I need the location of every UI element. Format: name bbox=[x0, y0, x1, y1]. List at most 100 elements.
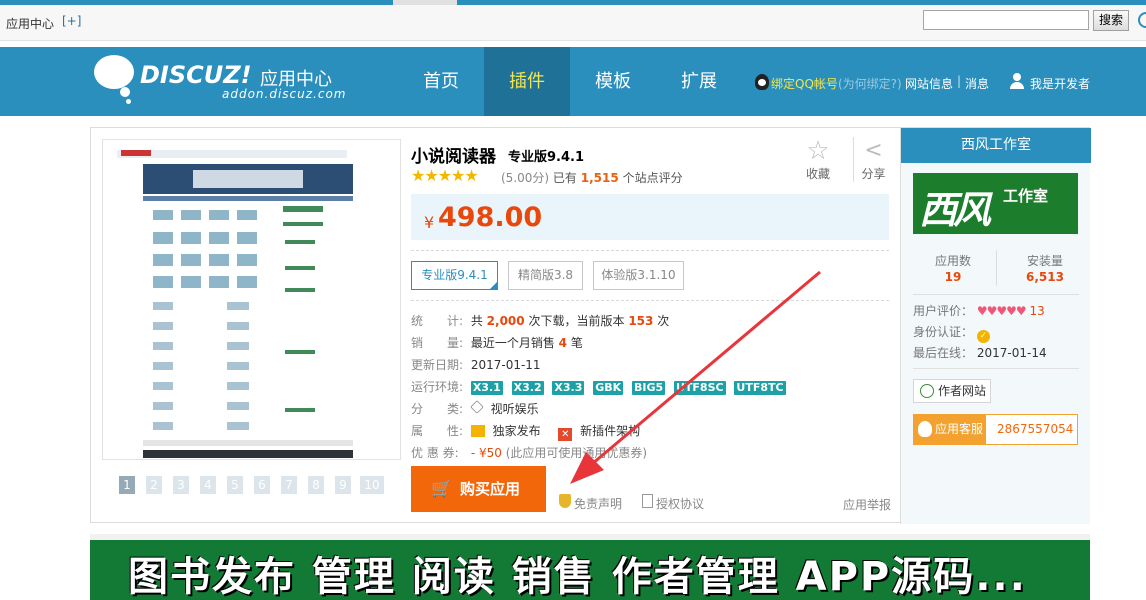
app-service-label: 应用客服 bbox=[935, 422, 984, 436]
sales-count: 4 bbox=[558, 336, 568, 350]
screenshot-page-6[interactable]: 6 bbox=[254, 476, 270, 494]
screenshot-page-10[interactable]: 10 bbox=[360, 476, 384, 494]
env-tag: X3.2 bbox=[511, 381, 544, 395]
verified-label: 身份认证： bbox=[913, 325, 974, 339]
share-button[interactable]: < 分享 bbox=[853, 137, 893, 182]
share-icon: < bbox=[864, 138, 883, 163]
rating-score: (5.00分) bbox=[501, 171, 550, 185]
buy-button[interactable]: 🛒 购买应用 bbox=[411, 466, 546, 512]
props-label: 属 性: bbox=[411, 424, 464, 438]
star-outline-icon: ☆ bbox=[806, 136, 830, 166]
category-link[interactable]: 视听娱乐 bbox=[491, 402, 539, 416]
version-tab-pro[interactable]: 专业版9.4.1 bbox=[411, 261, 498, 290]
share-label: 分享 bbox=[861, 167, 886, 181]
app-service-box: 应用客服 2867557054 bbox=[913, 414, 1078, 445]
logo-cloud-icon bbox=[94, 55, 134, 89]
developer-name[interactable]: 西风工作室 bbox=[901, 128, 1091, 163]
screenshot-page-1[interactable]: 1 bbox=[119, 476, 135, 494]
site-info-link[interactable]: 网站信息 bbox=[905, 75, 953, 92]
updated-label: 更新日期: bbox=[411, 358, 464, 372]
banner-text: 图书发布 管理 阅读 销售 作者管理 APP源码... bbox=[128, 554, 1027, 600]
developer-logo[interactable]: 西风 工作室 bbox=[913, 173, 1078, 234]
screenshot-page-5[interactable]: 5 bbox=[227, 476, 243, 494]
favorite-label: 收藏 bbox=[805, 167, 830, 181]
nav-home[interactable]: 首页 bbox=[398, 47, 484, 116]
product-screenshot[interactable] bbox=[102, 139, 401, 460]
qq-penguin-icon bbox=[755, 74, 769, 90]
exclusive-label: 独家发布 bbox=[492, 424, 541, 438]
sales-post: 笔 bbox=[570, 336, 583, 350]
env-tag: UTF8TC bbox=[734, 381, 786, 395]
promo-banner: 图书发布 管理 阅读 销售 作者管理 APP源码... bbox=[90, 534, 1090, 600]
screenshot-page-3[interactable]: 3 bbox=[173, 476, 189, 494]
rating-suffix: 个站点评分 bbox=[622, 171, 683, 185]
exclusive-icon bbox=[470, 425, 485, 437]
search-input[interactable] bbox=[923, 10, 1089, 30]
info-props: 属 性: 独家发布 ✕ 新插件架构 bbox=[411, 422, 641, 441]
rating-have-label: 已有 bbox=[552, 171, 577, 185]
sales-label: 销 量: bbox=[411, 336, 464, 350]
divider bbox=[913, 294, 1079, 295]
divider bbox=[913, 368, 1079, 369]
logo-domain: addon.discuz.com bbox=[222, 87, 347, 101]
disclaimer-link[interactable]: 免责声明 bbox=[574, 495, 622, 512]
apps-count-label: 应用数 bbox=[934, 254, 971, 268]
version-tab-lite[interactable]: 精简版3.8 bbox=[508, 261, 583, 290]
screenshot-page-9[interactable]: 9 bbox=[335, 476, 351, 494]
product-panel: 1 2 3 4 5 6 7 8 9 10 小说阅读器 专业版9.4.1 ★★★★… bbox=[90, 127, 1091, 524]
site-header: DISCUZ! 应用中心 addon.discuz.com 首页 插件 模板 扩… bbox=[0, 47, 1146, 116]
price-value: 498.00 bbox=[438, 202, 543, 233]
version-tab-trial[interactable]: 体验版3.1.10 bbox=[593, 261, 684, 290]
stats-current: 153 bbox=[628, 314, 654, 328]
divider bbox=[411, 300, 889, 301]
env-tag: X3.3 bbox=[552, 381, 585, 395]
developer-logo-small: 工作室 bbox=[1003, 187, 1049, 205]
info-sales: 销 量: 最近一个月销售 4 笔 bbox=[411, 334, 583, 352]
env-tag: GBK bbox=[593, 381, 624, 395]
side-panel-edge[interactable] bbox=[1138, 12, 1146, 28]
divider bbox=[411, 250, 889, 251]
search-button[interactable]: 搜索 bbox=[1093, 10, 1129, 31]
header-separator: | bbox=[957, 74, 962, 88]
screenshot-page-2[interactable]: 2 bbox=[146, 476, 162, 494]
env-tag: X3.1 bbox=[470, 381, 503, 395]
app-service-button[interactable]: 应用客服 bbox=[914, 415, 986, 444]
bind-qq-link[interactable]: 绑定QQ帐号 bbox=[771, 75, 838, 92]
new-plugin-label: 新插件架构 bbox=[580, 424, 641, 438]
nav-extensions[interactable]: 扩展 bbox=[656, 47, 742, 116]
rating-stars: ★★★★★ bbox=[411, 166, 479, 185]
verified-row: 身份认证： ✓ bbox=[913, 323, 990, 343]
nav-plugins[interactable]: 插件 bbox=[484, 47, 570, 116]
buy-label: 购买应用 bbox=[460, 480, 521, 498]
why-bind-link[interactable]: (为何绑定?) bbox=[838, 75, 902, 92]
screenshot-page-7[interactable]: 7 bbox=[281, 476, 297, 494]
env-tag: BIG5 bbox=[631, 381, 666, 395]
stat-divider bbox=[996, 250, 997, 286]
screenshot-page-8[interactable]: 8 bbox=[308, 476, 324, 494]
info-env: 运行环境: X3.1 X3.2 X3.3 GBK BIG5 UTF8SC UTF… bbox=[411, 378, 791, 396]
product-title: 小说阅读器 bbox=[411, 147, 496, 167]
author-site-button[interactable]: 作者网站 bbox=[913, 379, 991, 403]
developer-logo-big: 西风 bbox=[919, 187, 991, 232]
developer-panel: 西风工作室 西风 工作室 应用数 19 安装量 6,513 用户评价： ♥♥♥♥… bbox=[900, 128, 1091, 524]
document-icon bbox=[642, 494, 653, 508]
screenshot-page-4[interactable]: 4 bbox=[200, 476, 216, 494]
add-shortcut-link[interactable]: [+] bbox=[62, 14, 81, 28]
rating-count: 1,515 bbox=[580, 171, 619, 185]
heart-icons: ♥♥♥♥♥ bbox=[976, 304, 1027, 318]
favorite-button[interactable]: ☆ 收藏 bbox=[798, 137, 838, 182]
shield-icon bbox=[559, 494, 571, 508]
installs-count: 6,513 bbox=[1026, 270, 1064, 284]
user-rating-label: 用户评价： bbox=[913, 304, 974, 318]
logo-dot bbox=[126, 99, 131, 104]
banner-top-stripe bbox=[90, 534, 1090, 540]
messages-link[interactable]: 消息 bbox=[965, 75, 989, 92]
updated-value: 2017-01-11 bbox=[470, 358, 541, 372]
author-site-label: 作者网站 bbox=[938, 384, 987, 398]
stats-pre: 共 bbox=[470, 314, 483, 328]
app-center-home-link[interactable]: 应用中心 bbox=[6, 15, 54, 32]
nav-templates[interactable]: 模板 bbox=[570, 47, 656, 116]
developer-link[interactable]: 我是开发者 bbox=[1030, 75, 1090, 92]
report-link[interactable]: 应用举报 bbox=[843, 496, 891, 513]
license-link[interactable]: 授权协议 bbox=[656, 495, 704, 512]
